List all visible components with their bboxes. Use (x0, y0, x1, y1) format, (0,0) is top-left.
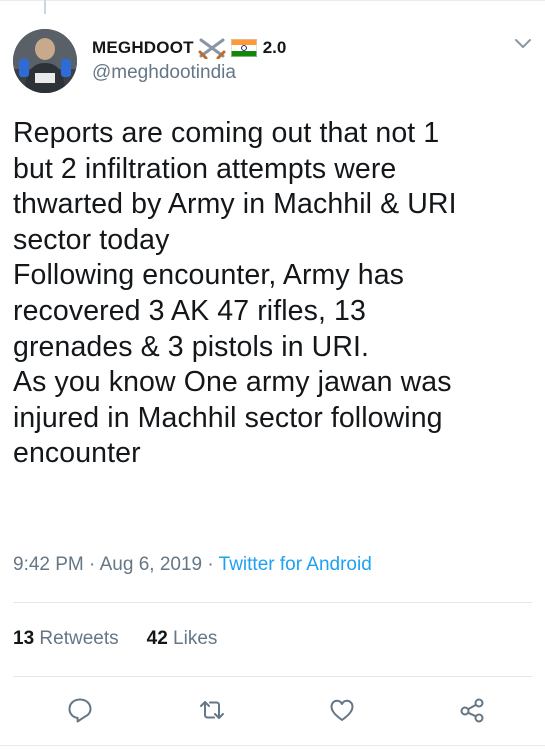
top-divider (0, 0, 545, 1)
tweet-line: injured in Machhil sector following (13, 401, 443, 434)
tweet-line: Following encounter, Army has (13, 259, 405, 292)
bottom-divider (0, 745, 545, 746)
author-handle[interactable]: @meghdootindia (92, 62, 236, 84)
divider (13, 602, 532, 603)
tweet-line: recovered 3 AK 47 rifles, 13 (13, 294, 366, 327)
chevron-down-icon[interactable] (512, 36, 534, 52)
likes-count: 42 (146, 628, 168, 649)
like-icon (327, 695, 357, 730)
tweet-line: Reports are coming out that not 1 (13, 117, 440, 149)
retweet-button[interactable] (194, 694, 230, 730)
thread-connector-line (44, 0, 46, 14)
tweet-line: grenades & 3 pistols in URI. (13, 330, 370, 363)
tweet-time[interactable]: 9:42 PM (13, 554, 84, 575)
india-flag-icon (230, 39, 257, 57)
avatar[interactable] (13, 29, 77, 93)
meta-separator: · (83, 554, 100, 575)
retweet-icon (197, 695, 227, 730)
tweet-line: encounter (13, 437, 141, 470)
share-button[interactable] (454, 694, 490, 730)
tweet-source-link[interactable]: Twitter for Android (219, 554, 372, 575)
divider (13, 676, 532, 677)
like-button[interactable] (324, 694, 360, 730)
tweet-metadata: 9:42 PM · Aug 6, 2019 · Twitter for Andr… (13, 554, 372, 576)
reply-button[interactable] (62, 694, 98, 730)
tweet-date[interactable]: Aug 6, 2019 (100, 554, 202, 575)
tweet-line: thwarted by Army in Machhil & URI (13, 188, 457, 221)
reply-icon (65, 695, 95, 730)
tweet-text: Reports are coming out that not 1 but 2 … (13, 116, 533, 472)
display-name-suffix: 2.0 (262, 38, 287, 57)
likes-label: Likes (167, 628, 218, 649)
retweets-count: 13 (13, 628, 35, 649)
crossed-swords-icon (197, 37, 227, 60)
engagement-stats: 13 Retweets 42 Likes (13, 628, 217, 650)
action-bar (0, 694, 545, 730)
author-name-row[interactable]: MEGHDOOT 2.0 (92, 37, 287, 60)
tweet-line: sector today (13, 223, 170, 256)
display-name[interactable]: MEGHDOOT (92, 38, 194, 58)
meta-separator: · (202, 554, 219, 575)
likes-stat[interactable]: 42 Likes (147, 628, 218, 649)
retweets-label: Retweets (34, 628, 119, 649)
retweets-stat[interactable]: 13 Retweets (13, 628, 119, 649)
tweet-line: As you know One army jawan was (13, 366, 452, 399)
tweet-line: but 2 infiltration attempts were (13, 152, 397, 185)
share-icon (457, 695, 487, 730)
